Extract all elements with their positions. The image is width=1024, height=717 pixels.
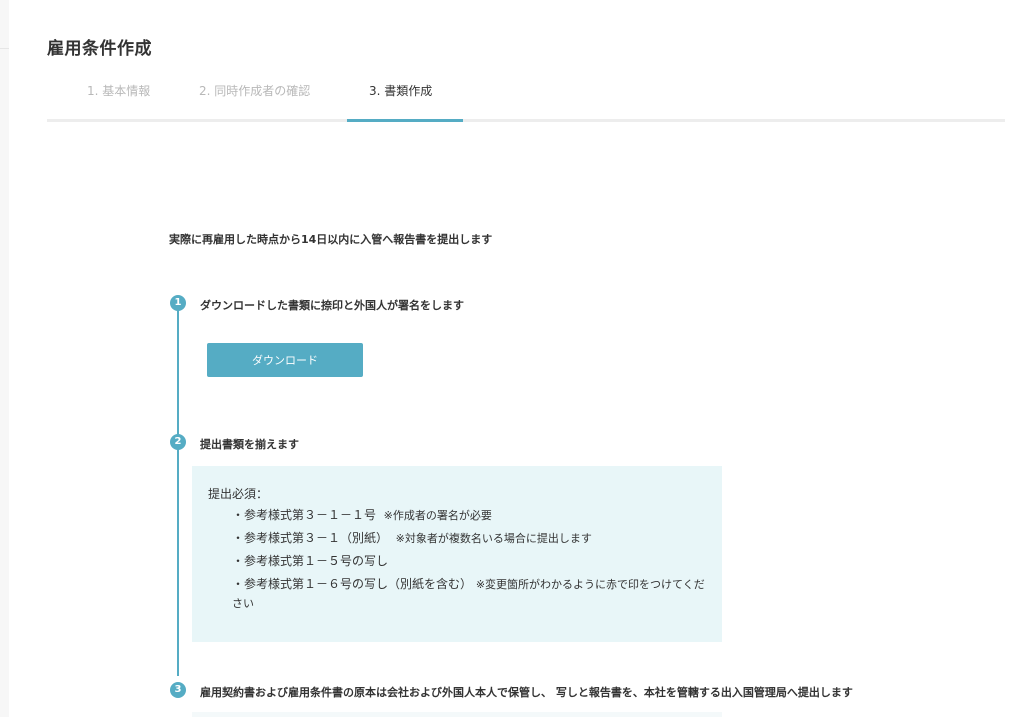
step-title-3: 雇用契約書および雇用条件書の原本は会社および外国人本人で保管し、 写しと報告書を… (200, 686, 853, 699)
left-sidebar-edge (0, 0, 9, 717)
page-title: 雇用条件作成 (47, 39, 152, 59)
step-title-1: ダウンロードした書類に捺印と外国人が署名をします (200, 299, 464, 312)
step-tabs: 1. 基本情報 2. 同時作成者の確認 3. 書類作成 (47, 72, 1005, 122)
required-item-text: ・参考様式第１－６号の写し（別紙を含む） (232, 577, 473, 591)
required-item-text: ・参考様式第１－５号の写し (232, 554, 389, 568)
tabs-baseline (47, 119, 1005, 122)
list-item: ・参考様式第３－１（別紙） ※対象者が複数名いる場合に提出します (208, 529, 706, 548)
required-documents-panel: 提出必須： ・参考様式第３－１－１号 ※作成者の署名が必要 ・参考様式第３－１（… (192, 466, 722, 642)
step-number-badge-3: 3 (170, 682, 186, 698)
step-title-2: 提出書類を揃えます (200, 438, 299, 451)
required-item-note: ※対象者が複数名いる場合に提出します (395, 532, 592, 545)
list-item: ・参考様式第３－１－１号 ※作成者の署名が必要 (208, 506, 706, 525)
list-item: ・参考様式第１－６号の写し（別紙を含む） ※変更箇所がわかるように赤で印をつけて… (208, 575, 706, 613)
list-item: ・参考様式第１－５号の写し (208, 552, 706, 571)
required-documents-list: ・参考様式第３－１－１号 ※作成者の署名が必要 ・参考様式第３－１（別紙） ※対… (208, 506, 706, 613)
active-tab-indicator (347, 119, 463, 122)
step-number-badge-1: 1 (170, 295, 186, 311)
left-sidebar-divider (0, 48, 9, 49)
tab-basic-info[interactable]: 1. 基本情報 (87, 82, 150, 99)
tab-document-creation[interactable]: 3. 書類作成 (369, 82, 432, 99)
step-number-badge-2: 2 (170, 434, 186, 450)
intro-text: 実際に再雇用した時点から14日以内に入管へ報告書を提出します (169, 233, 493, 246)
tab-co-creator-confirm[interactable]: 2. 同時作成者の確認 (199, 82, 310, 99)
step-3-panel-edge (192, 712, 722, 717)
required-heading: 提出必須： (208, 487, 269, 501)
required-item-text: ・参考様式第３－１－１号 (232, 508, 377, 522)
download-button[interactable]: ダウンロード (207, 343, 363, 377)
required-item-note: ※作成者の署名が必要 (383, 509, 492, 522)
required-item-text: ・参考様式第３－１（別紙） (232, 531, 389, 545)
timeline-line (177, 310, 179, 676)
